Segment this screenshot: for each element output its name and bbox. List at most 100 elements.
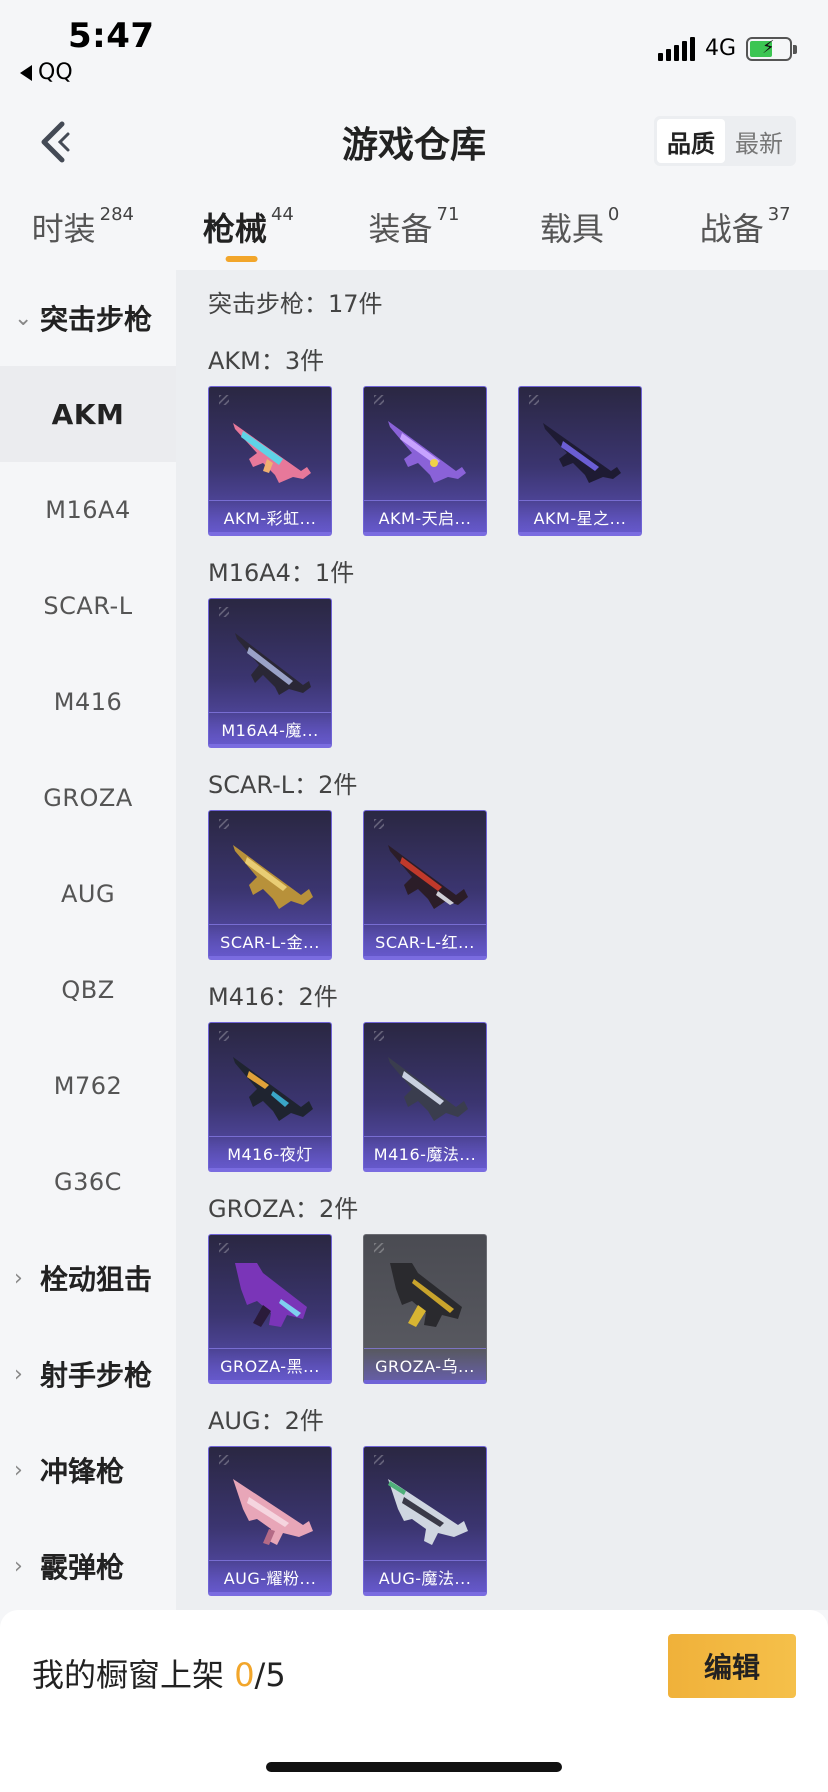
- dark-rifle-icon: [233, 1057, 313, 1121]
- chevron-right-icon: ›: [14, 1457, 23, 1483]
- signal-icon: [657, 36, 695, 61]
- tab-count: 44: [270, 204, 294, 225]
- tab-label: 装备: [368, 210, 433, 248]
- pink-rifle-icon: [233, 1479, 313, 1545]
- showcase-total: /5: [254, 1656, 286, 1694]
- skin-name: AKM-天启...: [364, 500, 486, 532]
- nav-bar: 游戏仓库 品质 最新: [0, 92, 828, 188]
- item-grid: AKM-彩虹... AKM-天启... AKM-星之...: [208, 386, 828, 542]
- skin-card[interactable]: AKM-彩虹...: [208, 386, 332, 536]
- sidebar-category-smg[interactable]: › 冲锋枪: [0, 1422, 176, 1518]
- purple-rifle-icon: [235, 1263, 307, 1327]
- dark-rifle-icon: [235, 633, 311, 695]
- sort-option-quality[interactable]: 品质: [657, 119, 725, 163]
- sidebar-category-marksman[interactable]: › 射手步枪: [0, 1326, 176, 1422]
- skin-card[interactable]: SCAR-L-红...: [363, 810, 487, 960]
- showcase-count: 0: [234, 1656, 255, 1694]
- gold-rifle-icon: [233, 845, 313, 909]
- sidebar-item-qbz[interactable]: QBZ: [0, 942, 176, 1038]
- battery-icon: ⚡: [746, 36, 797, 61]
- group-title: M416：2件: [208, 982, 338, 1011]
- sidebar-item-m416[interactable]: M416: [0, 654, 176, 750]
- tab-label: 载具: [539, 210, 604, 248]
- sidebar-item-akm[interactable]: AKM: [0, 366, 176, 462]
- status-bar: 5:47 QQ 4G ⚡: [0, 0, 828, 92]
- tab-label: 枪械: [202, 210, 267, 248]
- sidebar-category-assault-rifle[interactable]: ⌄ 突击步枪: [0, 270, 176, 366]
- tab-count: 71: [436, 204, 460, 225]
- skin-card[interactable]: GROZA-黑...: [208, 1234, 332, 1384]
- sort-option-newest[interactable]: 最新: [725, 119, 793, 163]
- sidebar-item-g36c[interactable]: G36C: [0, 1134, 176, 1230]
- skin-card[interactable]: GROZA-乌...: [363, 1234, 487, 1384]
- sidebar-category-label: 突击步枪: [40, 303, 153, 336]
- skin-card[interactable]: M416-夜灯: [208, 1022, 332, 1172]
- rainbow-rifle-icon: [233, 423, 311, 483]
- sidebar-category-bolt-sniper[interactable]: › 栓动狙击: [0, 1230, 176, 1326]
- back-to-app-link[interactable]: QQ: [20, 60, 73, 85]
- skin-card[interactable]: SCAR-L-金...: [208, 810, 332, 960]
- sidebar-item-m16a4[interactable]: M16A4: [0, 462, 176, 558]
- showcase-status: 我的橱窗上架 0/5: [32, 1650, 286, 1696]
- showcase-label: 我的橱窗上架: [32, 1656, 225, 1694]
- silver-rifle-icon: [388, 1479, 468, 1545]
- sidebar-item-aug[interactable]: AUG: [0, 846, 176, 942]
- skin-card[interactable]: M16A4-魔...: [208, 598, 332, 748]
- tab-label: 时装: [31, 210, 96, 248]
- sidebar-item-m762[interactable]: M762: [0, 1038, 176, 1134]
- sidebar-item-groza[interactable]: GROZA: [0, 750, 176, 846]
- group-title: M16A4：1件: [208, 558, 355, 587]
- app-root: 5:47 QQ 4G ⚡ 游戏仓库 品质 最新 时装 284 枪械 44 装备 …: [0, 0, 828, 1792]
- tab-vehicles[interactable]: 载具 0: [497, 188, 663, 270]
- tab-equipment[interactable]: 装备 71: [331, 188, 497, 270]
- silver-rifle-icon: [388, 1057, 468, 1121]
- sidebar-category-label: 栓动狙击: [40, 1263, 153, 1296]
- chevron-down-icon: ⌄: [14, 305, 33, 331]
- item-list: 突击步枪：17件 AKM：3件 AKM-彩虹... AKM-天启... AKM-…: [176, 270, 828, 1610]
- network-type: 4G: [704, 36, 736, 61]
- chevron-right-icon: ›: [14, 1265, 23, 1291]
- category-tabs: 时装 284 枪械 44 装备 71 载具 0 战备 37: [0, 188, 828, 270]
- skin-name: AKM-彩虹...: [209, 500, 331, 532]
- tab-guns[interactable]: 枪械 44: [166, 188, 332, 270]
- skin-card[interactable]: AKM-天启...: [363, 386, 487, 536]
- skin-card[interactable]: AUG-耀粉...: [208, 1446, 332, 1596]
- edit-button[interactable]: 编辑: [668, 1634, 796, 1698]
- section-heading: 突击步枪：17件: [208, 289, 383, 318]
- group-title: AUG：2件: [208, 1406, 324, 1435]
- skin-name: AUG-耀粉...: [209, 1560, 331, 1592]
- active-tab-indicator: [225, 256, 258, 262]
- skin-name: GROZA-黑...: [209, 1348, 331, 1380]
- sidebar-category-label: 冲锋枪: [40, 1455, 125, 1488]
- skin-card[interactable]: M416-魔法...: [363, 1022, 487, 1172]
- skin-name: AUG-魔法...: [364, 1560, 486, 1592]
- chevron-right-icon: ›: [14, 1553, 23, 1579]
- sidebar: ⌄ 突击步枪 AKM M16A4 SCAR-L M416 GROZA AUG Q…: [0, 270, 176, 1610]
- back-app-label: QQ: [38, 60, 73, 85]
- skin-name: SCAR-L-红...: [364, 924, 486, 956]
- tab-fashion[interactable]: 时装 284: [0, 188, 166, 270]
- sidebar-category-label: 射手步枪: [40, 1359, 153, 1392]
- status-time: 5:47: [68, 16, 155, 56]
- tab-label: 战备: [699, 210, 764, 248]
- group-title: SCAR-L：2件: [208, 770, 358, 799]
- skin-name: M16A4-魔...: [209, 712, 331, 744]
- skin-name: GROZA-乌...: [364, 1348, 486, 1380]
- tab-count: 37: [767, 204, 791, 225]
- skin-name: M416-夜灯: [209, 1136, 331, 1168]
- item-grid: M16A4-魔...: [208, 598, 828, 754]
- home-indicator[interactable]: [266, 1762, 562, 1772]
- item-grid: M416-夜灯 M416-魔法...: [208, 1022, 828, 1178]
- purple-rifle-icon: [388, 421, 466, 483]
- back-triangle-icon: [20, 64, 32, 81]
- skin-name: AKM-星之...: [519, 500, 641, 532]
- tab-gear[interactable]: 战备 37: [662, 188, 828, 270]
- sidebar-item-scar-l[interactable]: SCAR-L: [0, 558, 176, 654]
- skin-card[interactable]: AKM-星之...: [518, 386, 642, 536]
- skin-card[interactable]: AUG-魔法...: [363, 1446, 487, 1596]
- tab-count: 284: [99, 204, 134, 225]
- skin-name: M416-魔法...: [364, 1136, 486, 1168]
- gold-rifle-icon: [390, 1263, 462, 1327]
- sidebar-category-shotgun[interactable]: › 霰弹枪: [0, 1518, 176, 1614]
- status-right: 4G ⚡: [657, 36, 797, 61]
